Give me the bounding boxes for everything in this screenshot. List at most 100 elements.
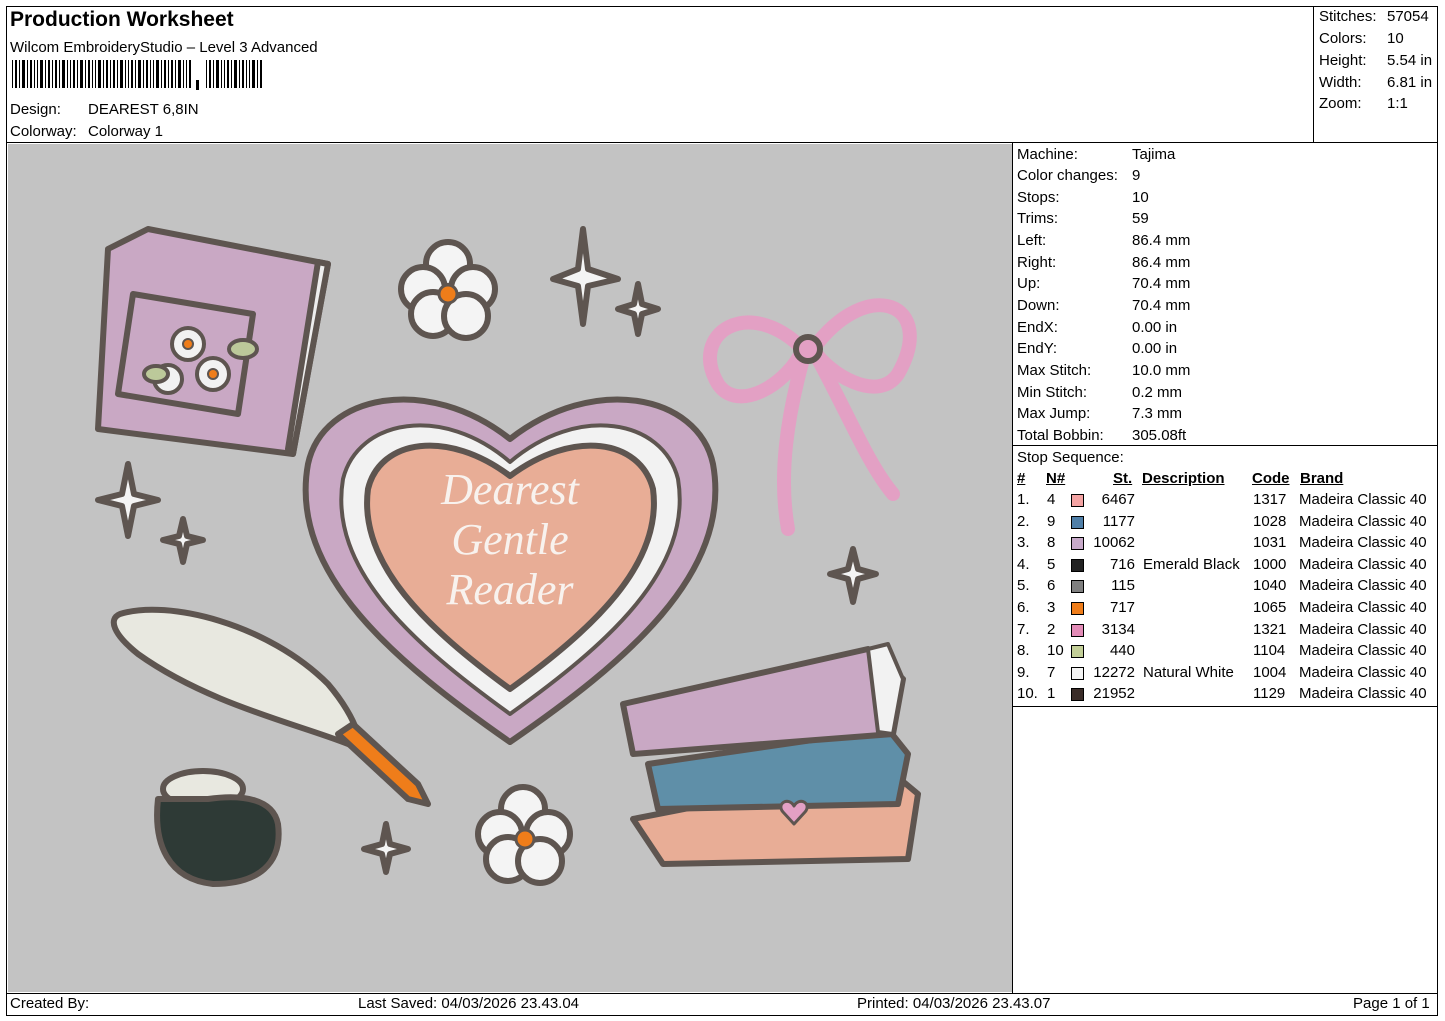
row-needle: 2: [1047, 620, 1056, 638]
footer-last-saved: Last Saved: 04/03/2026 23.43.04: [358, 995, 580, 1012]
info-machine: Machine: Tajima: [1017, 146, 1176, 163]
stop-sequence-row: 9. 7 12272 Natural White 1004 Madeira Classic…: [1017, 664, 1437, 685]
stop-sequence-row: 4. 5 716 Emerald Black 1000 Madeira Classic 4…: [1017, 556, 1437, 577]
color-swatch: [1071, 515, 1084, 529]
info-down: Down: 70.4 mm: [1017, 297, 1191, 314]
row-brand: Madeira Classic 40: [1299, 685, 1427, 703]
row-stitches: 3134: [1101, 620, 1135, 638]
row-index: 10.: [1017, 685, 1038, 703]
row-needle: 1: [1047, 685, 1056, 703]
info-stops: Stops: 10: [1017, 189, 1149, 206]
software-name: Wilcom EmbroideryStudio – Level 3 Advanc…: [10, 39, 318, 56]
row-index: 8.: [1017, 642, 1030, 660]
footer-divider: [6, 993, 1438, 994]
row-code: 1104: [1253, 642, 1286, 660]
barcode: [12, 60, 262, 90]
stop-sequence-title: Stop Sequence:: [1017, 449, 1124, 466]
row-index: 9.: [1017, 663, 1030, 681]
design-text-line2: Gentle: [451, 515, 568, 564]
row-code: 1040: [1253, 577, 1287, 595]
colorway-row: Colorway: Colorway 1: [10, 123, 163, 140]
row-index: 2.: [1017, 512, 1030, 530]
sparkle-icon: [827, 546, 879, 605]
stat-height: Height: 5.54 in: [1319, 52, 1433, 69]
color-swatch: [1071, 645, 1084, 659]
row-code: 1004: [1253, 663, 1287, 681]
row-stitches: 115: [1111, 577, 1135, 595]
col-header-index: #: [1017, 470, 1026, 487]
sparkle-icon: [361, 821, 411, 875]
stats-box: Stitches: 57054 Colors: 10 Height: 5.54 in …: [1313, 6, 1438, 142]
row-needle: 8: [1047, 534, 1056, 552]
row-needle: 4: [1047, 491, 1056, 508]
stat-width: Width: 6.81 in: [1319, 74, 1433, 91]
info-color-changes: Color changes: 9: [1017, 167, 1141, 184]
info-max-stitch: Max Stitch: 10.0 mm: [1017, 362, 1191, 379]
footer-printed: Printed: 04/03/2026 23.43.07: [857, 995, 1051, 1012]
row-index: 3.: [1017, 534, 1030, 552]
row-code: 1065: [1253, 599, 1287, 616]
col-header-needle: N#: [1046, 470, 1066, 487]
colorway-value: Colorway 1: [88, 123, 164, 140]
row-brand: Madeira Classic 40: [1299, 512, 1427, 530]
sparkle-icon: [160, 516, 206, 565]
sparkle-icon: [550, 226, 621, 327]
color-swatch: [1071, 623, 1084, 637]
row-stitches: 1177: [1102, 512, 1135, 530]
row-brand: Madeira Classic 40: [1299, 491, 1427, 508]
stop-sequence-row: 5. 6 115 1040 Madeira Classic 40: [1017, 577, 1437, 598]
sparkle-icon: [95, 461, 161, 539]
col-header-code: Code: [1252, 470, 1290, 487]
footer-created-by: Created By:: [10, 995, 90, 1012]
info-right: Right: 86.4 mm: [1017, 254, 1191, 271]
row-code: 1321: [1253, 620, 1287, 638]
book-icon: [95, 226, 331, 457]
design-text-line1: Dearest: [440, 465, 580, 514]
design-row: Design: DEAREST 6,8IN: [10, 101, 199, 118]
color-swatch: [1071, 688, 1084, 702]
panel-divider: [1012, 142, 1013, 993]
info-up: Up: 70.4 mm: [1017, 275, 1191, 292]
row-code: 1028: [1253, 512, 1287, 530]
worksheet-title: Production Worksheet: [10, 8, 234, 31]
row-stitches: 10062: [1093, 534, 1135, 552]
ink-pot-icon: [154, 768, 282, 887]
row-needle: 3: [1047, 599, 1056, 616]
row-stitches: 440: [1109, 642, 1135, 660]
color-swatch: [1071, 494, 1084, 507]
color-swatch: [1071, 537, 1084, 551]
design-label: Design:: [10, 101, 61, 118]
design-value: DEAREST 6,8IN: [88, 101, 199, 118]
row-brand: Madeira Classic 40: [1299, 577, 1427, 595]
row-stitches: 716: [1109, 555, 1135, 573]
col-header-description: Description: [1142, 470, 1225, 487]
row-stitches: 12272: [1093, 663, 1135, 681]
stop-sequence-row: 8. 10 440 1104 Madeira Classic 40: [1017, 642, 1437, 663]
footer-page: Page 1 of 1: [1353, 995, 1430, 1012]
stat-stitches: Stitches: 57054: [1319, 8, 1429, 25]
stop-sequence-row: 10. 1 21952 1129 Madeira Classic 40: [1017, 685, 1437, 706]
row-description: Emerald Black: [1143, 555, 1240, 573]
stat-colors: Colors: 10: [1319, 30, 1404, 47]
row-code: 1000: [1253, 555, 1287, 573]
row-index: 5.: [1017, 577, 1030, 595]
row-brand: Madeira Classic 40: [1299, 663, 1427, 681]
design-text-line3: Reader: [445, 565, 574, 614]
row-stitches: 6467: [1101, 491, 1135, 508]
color-swatch: [1071, 580, 1084, 594]
stop-sequence-row: 2. 9 1177 1028 Madeira Classic 40: [1017, 513, 1437, 534]
row-needle: 10: [1047, 642, 1064, 660]
info-max-jump: Max Jump: 7.3 mm: [1017, 405, 1183, 422]
row-brand: Madeira Classic 40: [1299, 620, 1427, 638]
colorway-label: Colorway:: [10, 123, 77, 140]
row-needle: 6: [1047, 577, 1056, 595]
row-index: 6.: [1017, 599, 1030, 616]
row-stitches: 717: [1109, 599, 1135, 616]
stop-sequence-row: 3. 8 10062 1031 Madeira Classic 40: [1017, 534, 1437, 555]
row-brand: Madeira Classic 40: [1299, 599, 1427, 616]
row-needle: 7: [1047, 663, 1056, 681]
row-needle: 9: [1047, 512, 1056, 530]
info-trims: Trims: 59: [1017, 210, 1149, 227]
design-preview: Dearest Gentle Reader: [8, 144, 1012, 992]
daisy-icon: [475, 784, 573, 886]
